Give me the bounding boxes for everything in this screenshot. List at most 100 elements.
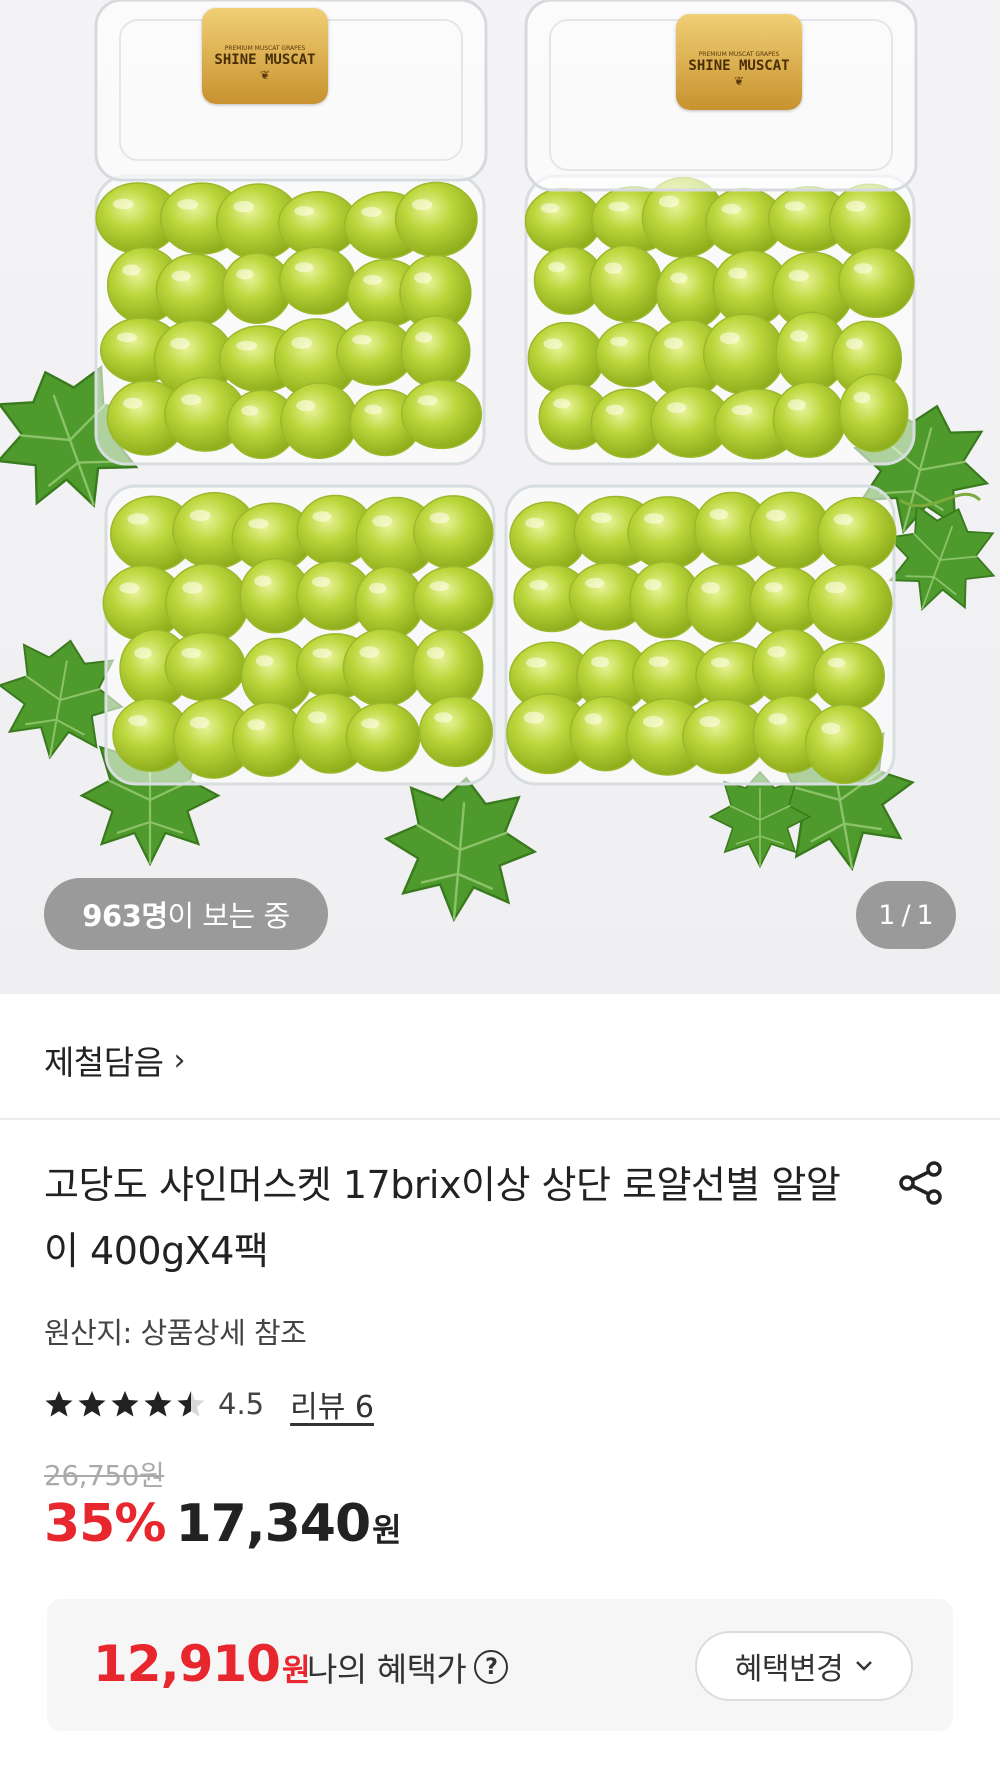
grape-highlight bbox=[359, 646, 380, 659]
grape-highlight bbox=[710, 657, 730, 668]
grape-highlight bbox=[525, 657, 547, 668]
grape-highlight bbox=[670, 272, 688, 284]
counter-separator: / bbox=[901, 899, 911, 931]
grape-berry bbox=[685, 563, 762, 643]
grape-highlight bbox=[171, 270, 191, 282]
star-icon bbox=[144, 1391, 172, 1417]
grape-berry bbox=[345, 702, 421, 772]
grape-highlight bbox=[709, 508, 729, 520]
grape-highlight bbox=[584, 578, 605, 589]
grape-berry bbox=[807, 563, 893, 643]
shine-muscat-badge-2: PREMIUM MUSCAT GRAPES SHINE MUSCAT ❦ bbox=[676, 14, 802, 110]
badge-subtext: PREMIUM MUSCAT GRAPES bbox=[224, 44, 306, 52]
grape-highlight bbox=[236, 268, 254, 280]
grape-highlight bbox=[699, 716, 721, 728]
grape-leaf bbox=[708, 770, 812, 869]
grape-berry bbox=[817, 496, 897, 571]
grape-highlight bbox=[123, 397, 143, 409]
grape-berry bbox=[164, 563, 250, 645]
grape-highlight bbox=[364, 404, 383, 415]
viewers-suffix: 이 보는 중 bbox=[167, 899, 291, 933]
grape-highlight bbox=[553, 398, 571, 409]
grape-container bbox=[94, 174, 486, 466]
grape-highlight bbox=[177, 199, 199, 210]
grape-highlight bbox=[414, 272, 432, 284]
grape-highlight bbox=[664, 337, 684, 350]
grape-highlight bbox=[134, 647, 152, 659]
grape-highlight bbox=[119, 582, 140, 594]
grape-berry bbox=[838, 373, 909, 453]
grape-emblem-icon: ❦ bbox=[733, 73, 745, 88]
grape-highlight bbox=[591, 656, 610, 668]
grape-highlight bbox=[548, 261, 566, 273]
grape-highlight bbox=[429, 581, 450, 592]
grape-highlight bbox=[312, 648, 332, 659]
grape-highlight bbox=[643, 513, 664, 524]
grape-highlight bbox=[719, 332, 740, 345]
grape-highlight bbox=[701, 581, 720, 594]
grape-highlight bbox=[181, 647, 202, 659]
grape-highlight bbox=[307, 711, 327, 724]
chevron-down-icon bbox=[856, 1661, 873, 1671]
benefit-price: 12,910 원 bbox=[93, 1635, 310, 1693]
grape-berry bbox=[400, 315, 471, 388]
price-row: 35% 17,340 원 bbox=[44, 1494, 402, 1564]
grape-highlight bbox=[170, 337, 190, 350]
grape-berry bbox=[342, 628, 425, 708]
grape-highlight bbox=[821, 722, 841, 735]
star-icon bbox=[45, 1391, 73, 1417]
benefit-box: 12,910 원 나의 혜택가 ? 혜택변경 bbox=[47, 1599, 953, 1731]
grape-highlight bbox=[605, 404, 624, 415]
grape-highlight bbox=[764, 582, 783, 593]
grape-emblem-icon: ❦ bbox=[259, 67, 271, 82]
grape-container bbox=[102, 484, 496, 786]
grape-highlight bbox=[529, 580, 549, 590]
grape-highlight bbox=[543, 338, 563, 350]
image-counter: 1 / 1 bbox=[856, 881, 956, 949]
share-icon[interactable] bbox=[896, 1158, 946, 1208]
rating-score: 4.5 bbox=[218, 1387, 265, 1421]
grape-berry bbox=[527, 321, 605, 395]
shine-muscat-badge: PREMIUM MUSCAT GRAPES SHINE MUSCAT ❦ bbox=[202, 8, 328, 104]
grape-berry bbox=[155, 253, 234, 328]
grape-highlight bbox=[181, 394, 202, 406]
grape-berry bbox=[280, 382, 359, 460]
grape-berry bbox=[828, 183, 911, 259]
grape-highlight bbox=[644, 578, 662, 591]
grape-highlight bbox=[415, 331, 433, 343]
viewers-badge: 963명 이 보는 중 bbox=[44, 878, 328, 950]
grape-highlight bbox=[604, 262, 623, 274]
grape-highlight bbox=[361, 206, 382, 217]
product-image[interactable]: PREMIUM MUSCAT GRAPES SHINE MUSCAT ❦ PRE… bbox=[0, 0, 1000, 994]
grape-highlight bbox=[369, 582, 387, 594]
original-price: 26,750원 bbox=[44, 1459, 165, 1492]
grape-highlight bbox=[294, 262, 314, 273]
grape-highlight bbox=[788, 269, 809, 282]
grape-highlight bbox=[540, 203, 560, 213]
grape-highlight bbox=[784, 201, 806, 212]
review-link[interactable]: 리뷰 6 bbox=[290, 1382, 374, 1426]
grape-berry bbox=[838, 246, 915, 319]
grape-highlight bbox=[525, 517, 545, 529]
help-icon[interactable]: ? bbox=[474, 1650, 509, 1684]
badge-subtext: PREMIUM MUSCAT GRAPES bbox=[698, 50, 780, 58]
grape-berry bbox=[412, 565, 494, 633]
grape-berry bbox=[413, 495, 494, 570]
grape-berry bbox=[589, 244, 663, 323]
rating-row: 4.5 리뷰 6 bbox=[44, 1382, 374, 1426]
grape-highlight bbox=[116, 332, 137, 343]
benefit-change-label: 혜택변경 bbox=[734, 1652, 844, 1687]
grape-highlight bbox=[610, 336, 628, 347]
grape-highlight bbox=[434, 712, 453, 723]
grape-highlight bbox=[827, 657, 846, 668]
sale-price: 17,340 bbox=[175, 1494, 371, 1554]
seller-link[interactable]: 제철담음 › bbox=[44, 1036, 185, 1084]
benefit-change-button[interactable]: 혜택변경 bbox=[695, 1631, 913, 1701]
product-title: 고당도 샤인머스켓 17brix이상 상단 로얄선별 알알이 400gX4팩 bbox=[44, 1163, 841, 1273]
grape-highlight bbox=[189, 509, 211, 522]
grape-highlight bbox=[658, 195, 680, 208]
grape-highlight bbox=[417, 395, 438, 406]
star-icon bbox=[177, 1391, 205, 1417]
grape-highlight bbox=[247, 719, 266, 731]
grape-highlight bbox=[128, 715, 148, 726]
